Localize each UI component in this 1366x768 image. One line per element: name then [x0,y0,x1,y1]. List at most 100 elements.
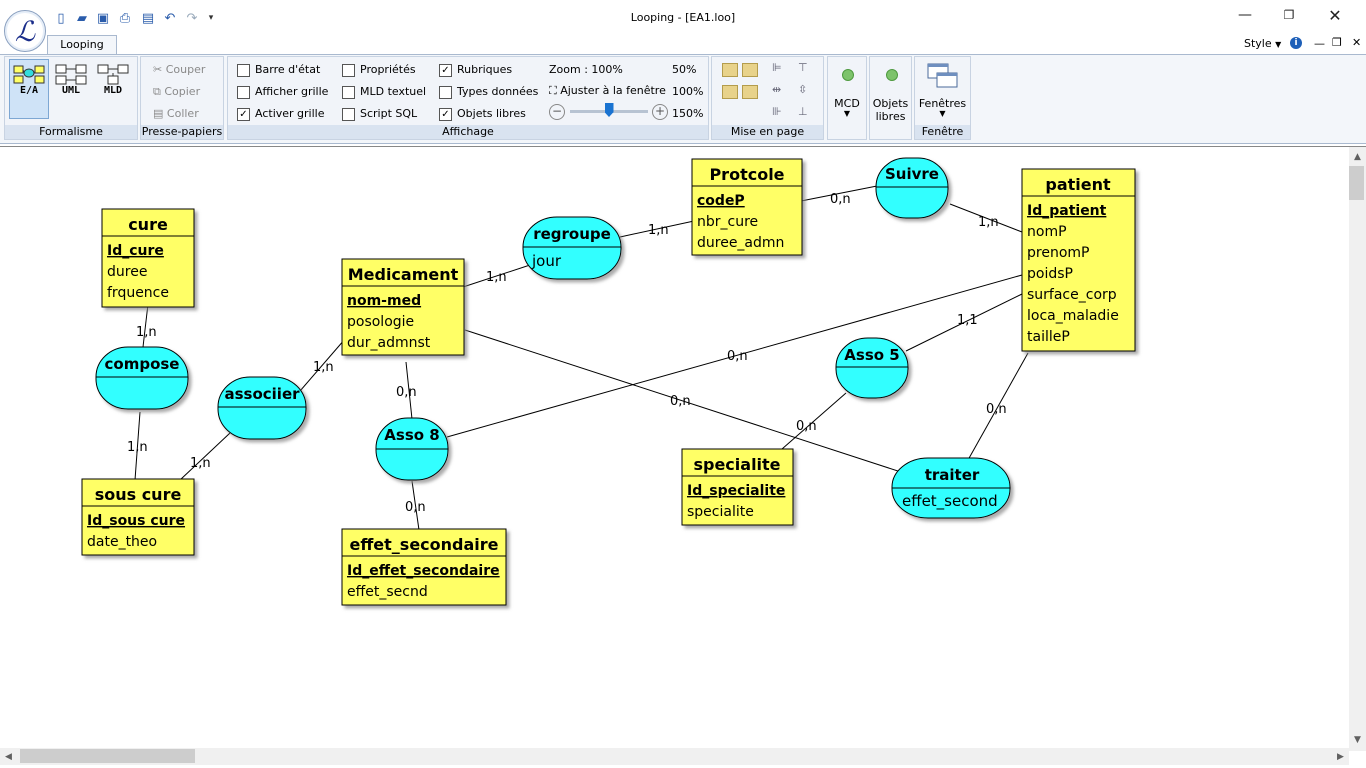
association-associier[interactable]: associier [217,376,307,440]
entity-attr: nbr_cure [697,214,758,230]
ribbon-close-icon[interactable]: ✕ [1352,36,1361,49]
association-asso5[interactable]: Asso 5 [835,337,909,399]
zoom-150-button[interactable]: 150% [672,107,703,120]
entity-key: Id_cure [107,243,164,259]
entity-medicament[interactable]: Medicament nom-med posologie dur_admnst [341,258,465,356]
association-name: associier [224,385,300,403]
mld-textuel-label: MLD textuel [360,85,427,98]
objets-libres-label: Objets libres [457,107,526,120]
formalism-ea-button[interactable]: E/A [9,59,49,119]
fenetres-button[interactable]: Fenêtres ▼ [915,57,970,125]
group-fenetre: Fenêtres ▼ Fenêtre [914,56,971,140]
align-right-icon[interactable]: ⊪ [772,105,782,118]
style-label: Style [1244,37,1272,50]
types-donnees-checkbox[interactable] [439,86,452,99]
info-icon[interactable]: i [1290,37,1302,49]
vertical-scrollbar[interactable] [1349,147,1366,751]
rubriques-checkbox[interactable]: ✓ [439,64,452,77]
barre-etat-checkbox[interactable] [237,64,250,77]
fit-window-label: Ajuster à la fenêtre [560,84,666,97]
afficher-grille-checkbox[interactable] [237,86,250,99]
entity-key: Id_sous cure [87,513,185,529]
paste-label: Coller [166,107,199,120]
formalism-mld-button[interactable]: MLD [93,59,133,119]
mcd-button[interactable]: MCD ▼ [828,57,866,139]
entity-attr: specialite [687,504,754,520]
zoom-50-button[interactable]: 50% [672,63,696,76]
horizontal-scroll-thumb[interactable] [20,749,195,763]
entity-title: sous cure [95,485,182,504]
objets-libres-checkbox[interactable]: ✓ [439,108,452,121]
entity-patient[interactable]: patient Id_patient nomP prenomP poidsP s… [1021,168,1136,352]
app-logo-icon[interactable]: ℒ [4,10,46,52]
association-traiter[interactable]: traiter effet_second [891,457,1011,519]
zoom-slider-thumb[interactable] [604,103,614,117]
association-compose[interactable]: compose [95,346,189,410]
group-icon[interactable] [722,85,738,99]
ungroup-icon[interactable] [742,85,758,99]
ribbon-minimize-icon[interactable]: — [1314,37,1325,50]
fit-window-button[interactable]: ⛶ Ajuster à la fenêtre [549,84,666,98]
objets-libres-button[interactable]: Objets libres [870,57,911,139]
zoom-out-icon[interactable]: − [549,104,565,120]
close-icon[interactable]: ✕ [1312,4,1358,26]
entity-attr: surface_corp [1027,287,1117,303]
proprietes-checkbox[interactable] [342,64,355,77]
group-mise-en-page: ⊫ ⊤ ⇹ ⇳ ⊪ ⊥ Mise en page [711,56,824,140]
entity-attr: loca_maladie [1027,308,1119,324]
vertical-scroll-thumb[interactable] [1349,166,1364,200]
copy-button[interactable]: ⧉ Copier [153,85,200,99]
align-bottom-icon[interactable]: ⊥ [798,105,808,118]
entity-protcole[interactable]: Protcole codeP nbr_cure duree_admn [691,158,803,256]
align-center-v-icon[interactable]: ⇳ [798,83,807,96]
align-top-icon[interactable]: ⊤ [798,61,808,74]
proprietes-label: Propriétés [360,63,416,76]
align-left-icon[interactable]: ⊫ [772,61,782,74]
minimize-icon[interactable]: — [1222,4,1268,26]
entity-key: Id_effet_secondaire [347,563,500,579]
types-donnees-label: Types données [457,85,539,98]
send-back-icon[interactable] [742,63,758,77]
affichage-label: Affichage [228,125,708,139]
fenetres-dropdown-icon: ▼ [939,109,946,118]
horizontal-scrollbar[interactable] [0,748,1349,765]
script-sql-checkbox[interactable] [342,108,355,121]
scroll-left-icon[interactable]: ◀ [0,748,17,765]
group-objets-libres: Objets libres [869,56,912,140]
entity-effet-secondaire[interactable]: effet_secondaire Id_effet_secondaire eff… [341,528,507,606]
objets-libres-status-icon [886,69,898,81]
cut-button[interactable]: ✂ Couper [153,63,205,76]
association-suivre[interactable]: Suivre [875,157,949,219]
presse-papiers-label: Presse-papiers [141,125,223,139]
zoom-in-icon[interactable]: + [652,104,668,120]
maximize-icon[interactable]: ❐ [1266,4,1312,26]
ribbon-restore-icon[interactable]: ❐ [1332,36,1342,49]
mld-textuel-checkbox[interactable] [342,86,355,99]
mise-en-page-label: Mise en page [712,125,823,139]
scroll-down-icon[interactable]: ▼ [1349,731,1366,748]
entity-title: cure [128,215,168,234]
ea-diagram-icon [13,65,45,84]
zoom-100-button[interactable]: 100% [672,85,703,98]
entity-attr: effet_secnd [347,584,428,600]
scroll-up-icon[interactable]: ▲ [1349,148,1366,165]
style-menu[interactable]: Style ▼ [1244,37,1281,50]
activer-grille-checkbox[interactable]: ✓ [237,108,250,121]
mcd-diagram[interactable]: 1,n 1,n 1,n 1,n 1,n 1,n 0,n 1,n 0,n 0,n … [0,147,1349,751]
diagram-canvas[interactable]: 1,n 1,n 1,n 1,n 1,n 1,n 0,n 1,n 0,n 0,n … [0,146,1366,755]
entity-cure[interactable]: cure Id_cure duree frquence [101,208,195,308]
entity-sous-cure[interactable]: sous cure Id_sous cure date_theo [81,478,195,556]
paste-button[interactable]: ▤ Coller [153,107,199,120]
copy-label: Copier [164,85,201,98]
entity-title: specialite [693,455,780,474]
association-regroupe[interactable]: regroupe jour [522,216,622,280]
tab-looping[interactable]: Looping [47,35,117,55]
entity-specialite[interactable]: specialite Id_specialite specialite [681,448,794,526]
bring-front-icon[interactable] [722,63,738,77]
formalism-uml-button[interactable]: UML [51,59,91,119]
fit-window-icon: ⛶ [549,84,557,97]
align-center-h-icon[interactable]: ⇹ [772,83,781,96]
entity-attr: duree [107,264,147,280]
scroll-right-icon[interactable]: ▶ [1332,748,1349,765]
association-asso8[interactable]: Asso 8 [375,417,449,481]
